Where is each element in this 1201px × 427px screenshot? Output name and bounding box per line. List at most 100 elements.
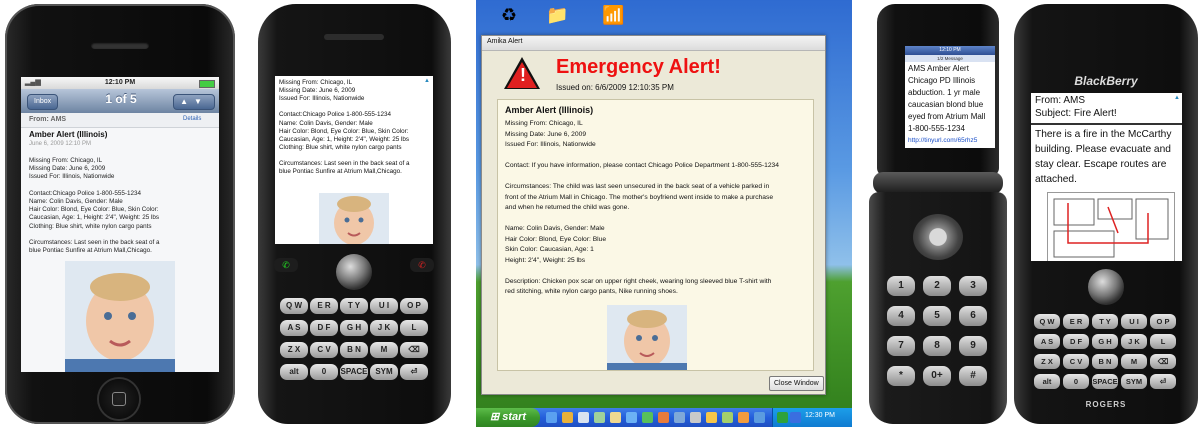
keyboard-key[interactable]: B N bbox=[1092, 354, 1118, 369]
keypad-key[interactable]: 3 bbox=[959, 276, 987, 296]
sms-link[interactable]: http://tinyurl.com/65rhz5 bbox=[908, 137, 977, 144]
end-call-button[interactable]: ✆ bbox=[410, 258, 434, 272]
keyboard-key[interactable]: SPACE bbox=[1092, 374, 1118, 389]
keypad-key[interactable]: 7 bbox=[887, 336, 915, 356]
keyboard-key[interactable]: B N bbox=[340, 342, 368, 358]
text-line: Caucasian, Age: 1, Height: 2'4", Weight:… bbox=[279, 135, 410, 143]
keypad-key[interactable]: 5 bbox=[923, 306, 951, 326]
keyboard-key[interactable]: SYM bbox=[1121, 374, 1147, 389]
text-line: Contact: If you have information, please… bbox=[505, 162, 779, 169]
keyboard-key[interactable]: E R bbox=[1063, 314, 1089, 329]
keyboard-key[interactable]: C V bbox=[1063, 354, 1089, 369]
keyboard-key[interactable]: SPACE bbox=[340, 364, 368, 380]
folder-icon[interactable]: 📁 bbox=[546, 4, 568, 26]
keyboard-key[interactable]: J K bbox=[370, 320, 398, 336]
close-window-button[interactable]: Close Window bbox=[769, 376, 824, 391]
keyboard-key[interactable]: D F bbox=[1063, 334, 1089, 349]
keyboard-key[interactable]: alt bbox=[1034, 374, 1060, 389]
keyboard-key[interactable]: J K bbox=[1121, 334, 1147, 349]
keyboard-key[interactable]: SYM bbox=[370, 364, 398, 380]
flip-screen: 12:10 PM 1/2 Message AMS Amber Alert Chic… bbox=[905, 46, 995, 148]
keyboard-key[interactable]: ⏎ bbox=[1150, 374, 1176, 389]
keypad-key[interactable]: 4 bbox=[887, 306, 915, 326]
keypad-key[interactable]: 6 bbox=[959, 306, 987, 326]
text-line: Issued For: Illinois, Nationwide bbox=[505, 141, 596, 148]
quicklaunch-app4-icon[interactable] bbox=[738, 412, 749, 423]
window-title: Amika Alert bbox=[487, 38, 523, 45]
keyboard-key[interactable]: U I bbox=[370, 298, 398, 314]
keyboard-key[interactable]: G H bbox=[1092, 334, 1118, 349]
quicklaunch-media-icon[interactable] bbox=[562, 412, 573, 423]
keypad-key[interactable]: * bbox=[887, 366, 915, 386]
window-titlebar[interactable]: Amika Alert bbox=[482, 36, 825, 51]
inbox-back-button[interactable]: Inbox bbox=[27, 94, 59, 110]
tray-alert-icon[interactable] bbox=[790, 412, 801, 423]
keyboard-key[interactable]: A S bbox=[1034, 334, 1060, 349]
keyboard-key[interactable]: D F bbox=[310, 320, 338, 336]
quicklaunch-browser-icon[interactable] bbox=[626, 412, 637, 423]
child-photo bbox=[319, 193, 389, 244]
keypad-key[interactable]: 0+ bbox=[923, 366, 951, 386]
text-line: Issued For: Illinois, Nationwide bbox=[279, 95, 365, 103]
keyboard-key[interactable]: T Y bbox=[340, 298, 368, 314]
keyboard-key[interactable]: Q W bbox=[280, 298, 308, 314]
quicklaunch-firefox-icon[interactable] bbox=[674, 412, 685, 423]
quicklaunch-window-icon[interactable] bbox=[594, 412, 605, 423]
alert-window: Amika Alert ! Emergency Alert! Issued on… bbox=[481, 35, 826, 395]
taskbar: ⊞ start 12:30 PM bbox=[476, 408, 852, 427]
keyboard-key[interactable]: Z X bbox=[280, 342, 308, 358]
keyboard-key[interactable]: M bbox=[1121, 354, 1147, 369]
recycle-bin-icon[interactable]: ♻ bbox=[498, 4, 520, 26]
keyboard-key[interactable]: O P bbox=[1150, 314, 1176, 329]
message-counter: 1 of 5 bbox=[105, 92, 137, 106]
trackball[interactable] bbox=[336, 254, 372, 290]
keypad-key[interactable]: # bbox=[959, 366, 987, 386]
tray-network-icon[interactable] bbox=[777, 412, 788, 423]
keyboard-key[interactable]: E R bbox=[310, 298, 338, 314]
nav-pad[interactable] bbox=[913, 214, 963, 260]
quicklaunch-messenger-icon[interactable] bbox=[642, 412, 653, 423]
home-button[interactable] bbox=[99, 379, 139, 419]
keyboard-key[interactable]: A S bbox=[280, 320, 308, 336]
text-line: Chicago PD Illinois bbox=[908, 76, 976, 85]
keyboard-key[interactable]: 0 bbox=[310, 364, 338, 380]
keyboard-key[interactable]: G H bbox=[340, 320, 368, 336]
earpiece-speaker bbox=[324, 34, 384, 40]
keypad-key[interactable]: 8 bbox=[923, 336, 951, 356]
details-link[interactable]: Details bbox=[183, 116, 201, 122]
keyboard-key[interactable]: C V bbox=[310, 342, 338, 358]
keypad-key[interactable]: 1 bbox=[887, 276, 915, 296]
keypad-key[interactable]: 9 bbox=[959, 336, 987, 356]
text-line: Contact:Chicago Police 1-800-555-1234 bbox=[29, 189, 142, 197]
keyboard-key[interactable]: 0 bbox=[1063, 374, 1089, 389]
call-button[interactable]: ✆ bbox=[274, 258, 298, 272]
keyboard-key[interactable]: L bbox=[1150, 334, 1176, 349]
keyboard-key[interactable]: O P bbox=[400, 298, 428, 314]
keyboard-key[interactable]: T Y bbox=[1092, 314, 1118, 329]
quicklaunch-mail-icon[interactable] bbox=[610, 412, 621, 423]
keyboard-key[interactable]: Z X bbox=[1034, 354, 1060, 369]
quicklaunch-app2-icon[interactable] bbox=[706, 412, 717, 423]
quicklaunch-ie-icon[interactable] bbox=[546, 412, 557, 423]
quicklaunch-outlook-icon[interactable] bbox=[658, 412, 669, 423]
keyboard-key[interactable]: L bbox=[400, 320, 428, 336]
quicklaunch-app-icon[interactable] bbox=[578, 412, 589, 423]
start-button[interactable]: ⊞ start bbox=[476, 408, 540, 427]
quicklaunch-tool-icon[interactable] bbox=[690, 412, 701, 423]
keyboard-key[interactable]: ⌫ bbox=[400, 342, 428, 358]
keyboard-key[interactable]: alt bbox=[280, 364, 308, 380]
trackball[interactable] bbox=[1088, 269, 1124, 305]
network-icon[interactable]: 📶 bbox=[602, 4, 624, 26]
keyboard-key[interactable]: U I bbox=[1121, 314, 1147, 329]
quicklaunch-app5-icon[interactable] bbox=[754, 412, 765, 423]
keyboard-key[interactable]: ⌫ bbox=[1150, 354, 1176, 369]
windows-logo-icon: ⊞ bbox=[489, 411, 503, 423]
keypad-key[interactable]: 2 bbox=[923, 276, 951, 296]
keyboard-key[interactable]: ⏎ bbox=[400, 364, 428, 380]
quicklaunch-app3-icon[interactable] bbox=[722, 412, 733, 423]
blackberry-logo: BlackBerry bbox=[1074, 74, 1138, 88]
keyboard-key[interactable]: M bbox=[370, 342, 398, 358]
keyboard-key[interactable]: Q W bbox=[1034, 314, 1060, 329]
text-line: There is a fire in the McCarthy bbox=[1035, 129, 1172, 140]
prev-next-buttons[interactable]: ▲▼ bbox=[173, 94, 215, 110]
